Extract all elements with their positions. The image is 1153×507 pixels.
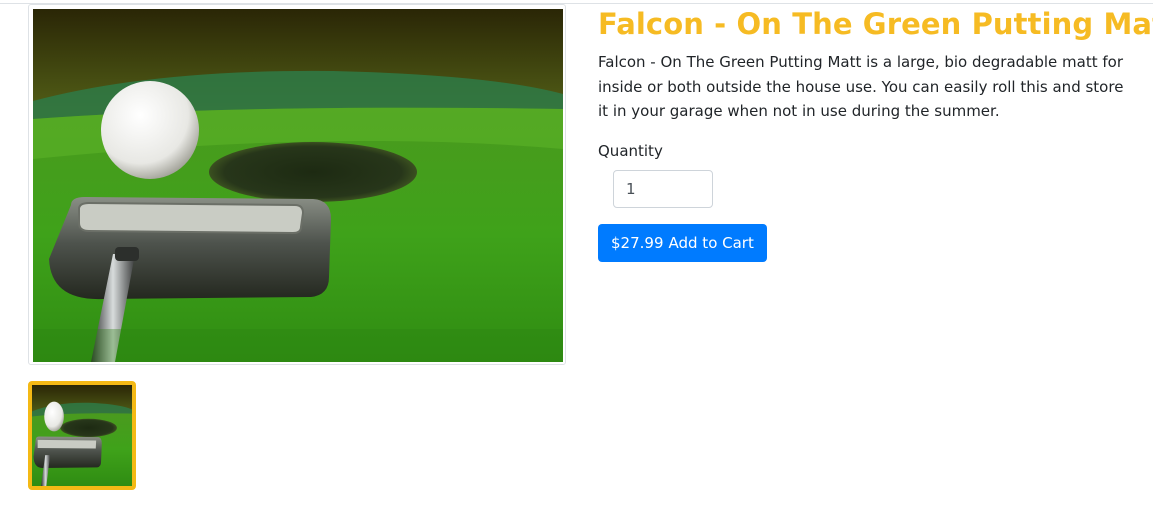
product-title: Falcon - On The Green Putting Matt xyxy=(598,7,1153,41)
product-thumbnail[interactable] xyxy=(28,381,136,490)
product-description: Falcon - On The Green Putting Matt is a … xyxy=(598,53,1124,120)
add-to-cart-button[interactable]: $27.99 Add to Cart xyxy=(598,224,767,262)
golf-putter-thumbnail-photo xyxy=(32,385,132,486)
price-label: $27.99 xyxy=(611,234,664,252)
quantity-label: Quantity xyxy=(598,142,663,160)
golf-putter-photo xyxy=(33,9,563,362)
add-to-cart-label: Add to Cart xyxy=(668,234,754,252)
product-main-image xyxy=(28,4,566,365)
quantity-input[interactable] xyxy=(613,170,713,208)
